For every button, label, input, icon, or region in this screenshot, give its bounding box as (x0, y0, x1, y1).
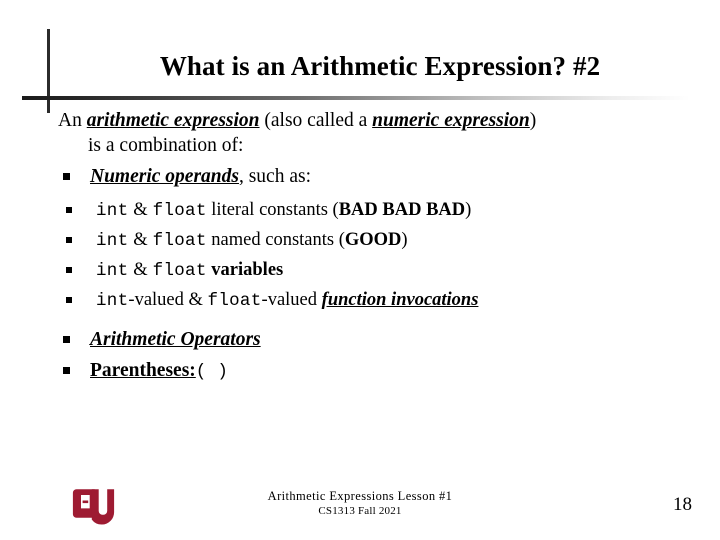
paren-spacer (207, 362, 218, 382)
sub-emphasis-bad: BAD BAD BAD (338, 200, 466, 220)
sub-emphasis-function-invocations: function invocations (321, 290, 479, 310)
page-number: 18 (673, 494, 692, 515)
sub-text-2: named constants ( (206, 230, 345, 250)
sub-bullet-function-invocations: int-valued & float-valued function invoc… (62, 286, 708, 316)
lead-paragraph: An arithmetic expression (also called a … (58, 108, 708, 158)
square-bullet-icon (66, 207, 72, 213)
lead-emphasis-arithmetic-expression: arithmetic expression (86, 110, 260, 131)
square-bullet-icon (63, 336, 70, 343)
slide-body: An arithmetic expression (also called a … (58, 108, 708, 385)
code-float-2: float (152, 231, 207, 251)
square-bullet-icon (66, 237, 72, 243)
sub-text-1: literal constants ( (206, 200, 339, 220)
code-float-4: float (207, 291, 262, 311)
bullet-arithmetic-operators: Arithmetic Operators (58, 327, 708, 352)
slide: What is an Arithmetic Expression? #2 An … (0, 0, 720, 540)
bullet-numeric-operands-emphasis: Numeric operands (90, 166, 239, 187)
lead-text-3: ) (529, 110, 537, 131)
code-int-3: int (96, 261, 129, 281)
amp-1: & (128, 200, 153, 220)
square-bullet-icon (66, 297, 72, 303)
amp-3: & (128, 260, 153, 280)
sub-tail-1: ) (465, 200, 472, 220)
code-float-1: float (152, 201, 207, 221)
bullet-parentheses: Parentheses:( ) (58, 358, 708, 385)
sub-bullet-literal-constants: int & float literal constants (BAD BAD B… (62, 196, 708, 226)
footer-lesson-title: Arithmetic Expressions Lesson #1 (267, 489, 453, 503)
bullet-parentheses-emphasis: Parentheses: (90, 360, 196, 381)
sub-bullet-variables: int & float variables (62, 256, 708, 286)
title-horizontal-rule (22, 96, 690, 100)
footer-course-term: CS1313 Fall 2021 (318, 505, 402, 517)
sub-bullet-named-constants: int & float named constants (GOOD) (62, 226, 708, 256)
code-int-4: int (96, 291, 129, 311)
paren-open: ( (195, 362, 207, 382)
square-bullet-icon (66, 267, 72, 273)
slide-title: What is an Arithmetic Expression? #2 (159, 51, 601, 81)
amp-4: -valued & (128, 290, 208, 310)
bullet-numeric-operands: Numeric operands, such as: (58, 164, 708, 189)
sub-tail-2: ) (401, 230, 408, 250)
sub-emphasis-good: GOOD (344, 230, 402, 250)
code-int-1: int (96, 201, 129, 221)
lead-continuation: is a combination of: (88, 135, 244, 156)
amp-2: & (128, 230, 153, 250)
sub-emphasis-variables: variables (211, 260, 284, 280)
numeric-operands-sublist: int & float literal constants (BAD BAD B… (58, 196, 708, 316)
square-bullet-icon (63, 173, 70, 180)
code-int-2: int (96, 231, 129, 251)
code-float-3: float (152, 261, 207, 281)
paren-close: ) (217, 362, 229, 382)
lead-emphasis-numeric-expression: numeric expression (372, 110, 530, 131)
lead-text-1: An (58, 110, 87, 131)
bullet-arithmetic-operators-emphasis: Arithmetic Operators (90, 329, 261, 350)
sub-text-4: -valued (261, 290, 322, 310)
slide-footer: Arithmetic Expressions Lesson #1 CS1313 … (0, 489, 720, 518)
title-vertical-rule (47, 29, 50, 113)
square-bullet-icon (63, 367, 70, 374)
bullet-numeric-operands-tail: , such as: (238, 166, 311, 187)
lead-text-2: (also called a (259, 110, 373, 131)
